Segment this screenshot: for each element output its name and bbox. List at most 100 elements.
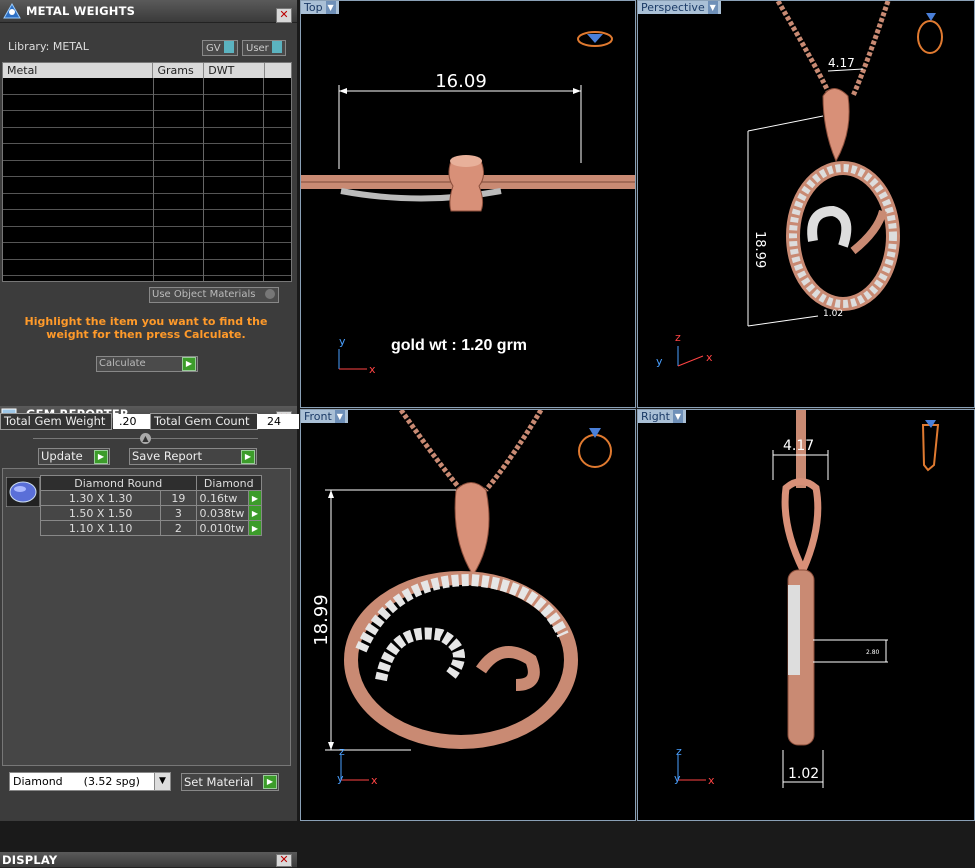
- display-title: DISPLAY: [2, 853, 58, 867]
- gem-row[interactable]: 1.50 X 1.50 3 0.038tw ▶: [39, 505, 263, 521]
- front-view-render: 18.99 z y x: [311, 410, 612, 787]
- chevron-down-icon[interactable]: ▼: [154, 773, 170, 790]
- svg-text:z: z: [339, 745, 345, 758]
- gem-count: 3: [160, 505, 197, 521]
- select-gem-icon[interactable]: ▶: [247, 505, 263, 521]
- svg-text:y: y: [656, 355, 663, 368]
- chevron-down-icon[interactable]: ▼: [672, 410, 683, 423]
- close-icon[interactable]: ✕: [276, 854, 292, 867]
- instruction-message: Highlight the item you want to find the …: [24, 315, 268, 341]
- gem-table: Diamond Round Diamond 1.30 X 1.30 19 0.1…: [39, 475, 263, 536]
- svg-text:x: x: [369, 363, 376, 376]
- axis-icon: y x: [338, 335, 376, 376]
- col-dwt[interactable]: DWT: [204, 63, 266, 78]
- table-row[interactable]: [3, 78, 291, 95]
- right-bottom-dim: 1.02: [788, 766, 819, 782]
- metal-table[interactable]: Metal Grams DWT: [2, 62, 292, 282]
- viewport-top-label[interactable]: Top ▼: [301, 1, 339, 14]
- toggle-gv-indicator: [223, 41, 234, 53]
- ring-preview-icon: [921, 420, 940, 472]
- use-object-materials-label: Use Object Materials: [152, 289, 256, 300]
- gem-row[interactable]: 1.30 X 1.30 19 0.16tw ▶: [39, 490, 263, 506]
- update-label: Update: [41, 449, 83, 463]
- table-row[interactable]: [3, 95, 291, 111]
- chevron-down-icon[interactable]: ▼: [334, 410, 345, 423]
- table-row[interactable]: [3, 161, 291, 177]
- gem-weight: 0.16tw: [195, 490, 249, 506]
- col-extra: [265, 63, 291, 78]
- table-row[interactable]: [3, 243, 291, 260]
- ring-preview-icon: [578, 428, 612, 468]
- set-material-button[interactable]: Set Material ▶: [181, 773, 279, 791]
- viewport-perspective-name: Perspective: [641, 1, 705, 14]
- total-gem-weight-field[interactable]: .20: [113, 414, 151, 429]
- col-grams[interactable]: Grams: [153, 63, 205, 78]
- total-gem-count-label: Total Gem Count: [150, 413, 258, 430]
- toggle-gv[interactable]: GV: [202, 40, 238, 56]
- axis-icon: z y x: [656, 331, 713, 368]
- viewport-top[interactable]: Top ▼ 16.09 gold wt : 1.20 grm y x: [300, 0, 636, 408]
- viewport-right[interactable]: Right ▼ 4.17 2.80 1.02 z y x: [637, 409, 975, 821]
- toggle-user-label: User: [246, 43, 269, 54]
- calculate-label: Calculate: [99, 358, 146, 369]
- perspective-width: 4.17: [828, 56, 855, 70]
- play-icon: ▶: [263, 775, 277, 789]
- play-icon: ▶: [94, 450, 108, 464]
- perspective-small: 1.02: [823, 309, 843, 319]
- viewport-front-label[interactable]: Front ▼: [301, 410, 348, 423]
- col-divider: [263, 78, 264, 281]
- viewport-front-name: Front: [304, 410, 332, 423]
- use-object-materials-select[interactable]: Use Object Materials: [149, 287, 279, 303]
- right-view-render: 4.17 2.80 1.02 z y x: [674, 410, 940, 788]
- viewport-front[interactable]: Front ▼ 18.99 z y x: [300, 409, 636, 821]
- table-row[interactable]: [3, 260, 291, 276]
- toggle-user[interactable]: User: [242, 40, 286, 56]
- table-row[interactable]: [3, 194, 291, 210]
- col-divider: [153, 78, 154, 281]
- col-metal[interactable]: Metal: [3, 63, 154, 78]
- calculate-button[interactable]: Calculate ▶: [96, 356, 198, 372]
- toggle-gv-label: GV: [206, 43, 221, 54]
- close-icon[interactable]: ✕: [276, 8, 292, 23]
- axis-icon: z y x: [674, 745, 715, 787]
- viewport-perspective-label[interactable]: Perspective ▼: [638, 1, 721, 14]
- select-gem-icon[interactable]: ▶: [247, 490, 263, 506]
- chevron-down-icon[interactable]: ▼: [707, 1, 718, 14]
- collapse-icon[interactable]: ▲: [140, 433, 151, 444]
- total-gem-count-field[interactable]: 24: [257, 414, 299, 429]
- gem-weight: 0.038tw: [195, 505, 249, 521]
- select-gem-icon[interactable]: ▶: [247, 520, 263, 536]
- svg-text:y: y: [337, 772, 344, 785]
- perspective-view-render: 18.99 4.17 1.02 z y x: [656, 1, 943, 368]
- table-row[interactable]: [3, 111, 291, 128]
- diamond-header: Diamond: [195, 475, 263, 491]
- svg-text:x: x: [706, 351, 713, 364]
- svg-text:z: z: [676, 745, 682, 758]
- chevron-down-icon[interactable]: ▼: [325, 1, 336, 14]
- table-row[interactable]: [3, 227, 291, 243]
- gem-size: 1.10 X 1.10: [39, 520, 162, 536]
- material-select-value: Diamond (3.52 spg): [13, 775, 140, 788]
- material-select[interactable]: Diamond (3.52 spg) ▼: [9, 772, 171, 791]
- table-row[interactable]: [3, 128, 291, 144]
- update-button[interactable]: Update ▶: [38, 448, 110, 465]
- svg-text:y: y: [674, 772, 681, 785]
- gem-size: 1.50 X 1.50: [39, 505, 162, 521]
- metal-table-header: Metal Grams DWT: [3, 63, 291, 78]
- gem-weight: 0.010tw: [195, 520, 249, 536]
- table-row[interactable]: [3, 144, 291, 161]
- table-row[interactable]: [3, 177, 291, 194]
- gem-row[interactable]: 1.10 X 1.10 2 0.010tw ▶: [39, 520, 263, 536]
- viewport-right-label[interactable]: Right ▼: [638, 410, 686, 423]
- top-dimension: 16.09: [435, 71, 487, 92]
- display-header[interactable]: DISPLAY ✕: [0, 852, 297, 868]
- table-row[interactable]: [3, 210, 291, 227]
- save-report-button[interactable]: Save Report ▶: [129, 448, 257, 465]
- svg-text:y: y: [339, 335, 346, 348]
- diamond-round-header: Diamond Round: [40, 475, 197, 491]
- perspective-height: 18.99: [752, 231, 767, 268]
- ring-preview-icon: [917, 13, 943, 54]
- svg-text:x: x: [708, 774, 715, 787]
- viewport-perspective[interactable]: Perspective ▼ 18.99 4.17 1.02 z y x: [637, 0, 975, 408]
- play-icon: ▶: [182, 357, 196, 371]
